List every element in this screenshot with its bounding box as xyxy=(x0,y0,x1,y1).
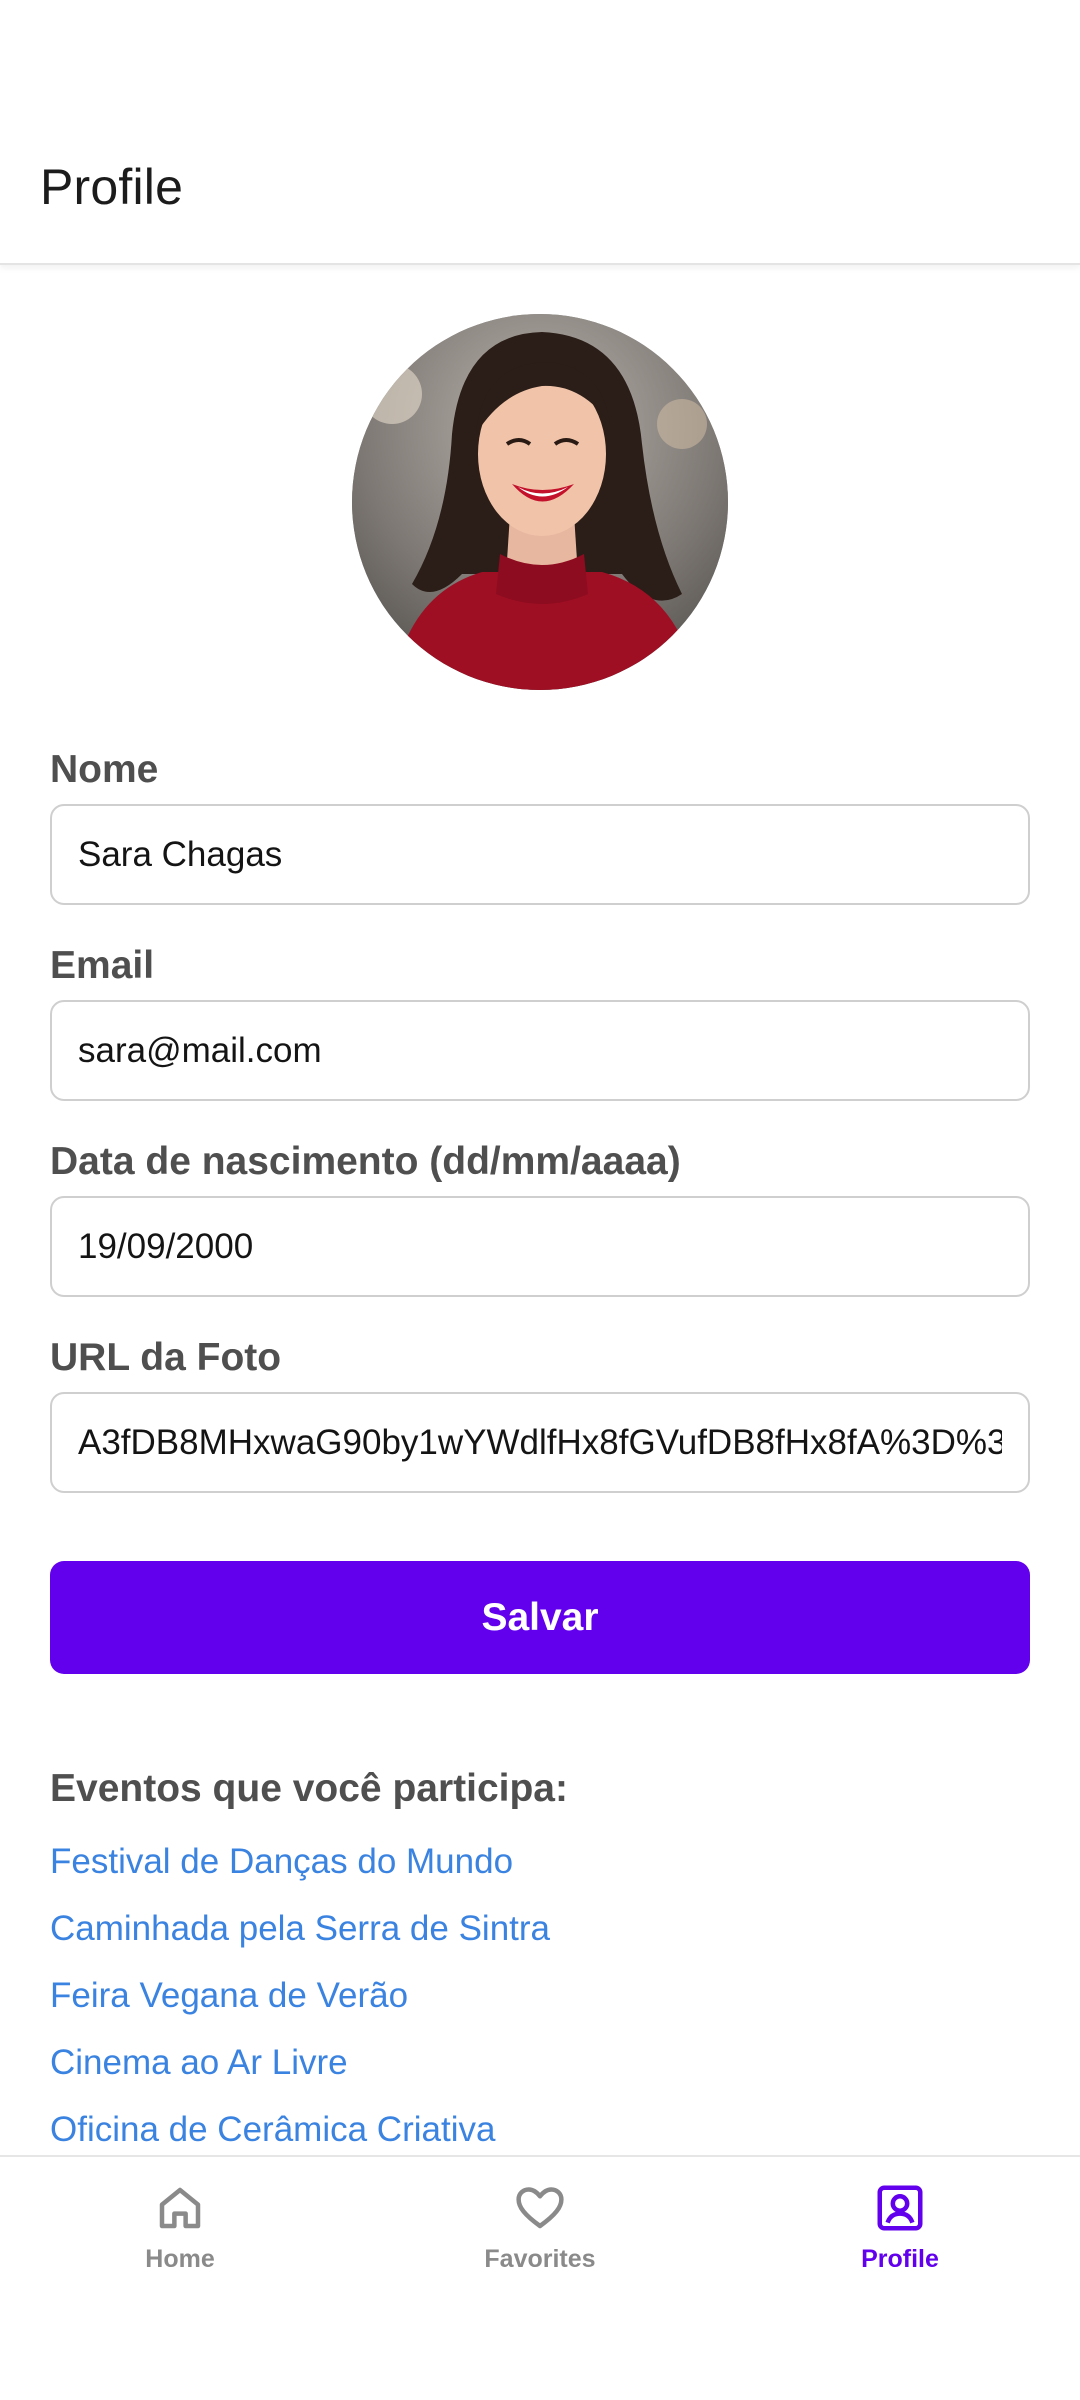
nav-favorites[interactable]: Favorites xyxy=(420,2181,660,2291)
nav-profile-label: Profile xyxy=(861,2245,939,2273)
nav-home[interactable]: Home xyxy=(60,2181,300,2291)
photo-url-field[interactable] xyxy=(50,1392,1030,1493)
events-heading: Eventos que você participa: xyxy=(50,1767,568,1810)
email-label: Email xyxy=(50,944,155,987)
app-header: Profile xyxy=(0,0,1080,265)
nav-favorites-label: Favorites xyxy=(484,2245,596,2273)
photo-url-input[interactable] xyxy=(78,1422,1002,1463)
save-button[interactable]: Salvar xyxy=(50,1561,1030,1674)
heart-icon xyxy=(516,2187,564,2229)
page-title: Profile xyxy=(40,159,184,215)
nav-home-label: Home xyxy=(145,2245,215,2273)
event-link[interactable]: Cinema ao Ar Livre xyxy=(50,2043,348,2083)
birthdate-label: Data de nascimento (dd/mm/aaaa) xyxy=(50,1140,681,1183)
email-field[interactable] xyxy=(50,1000,1030,1101)
photo-url-label: URL da Foto xyxy=(50,1336,282,1379)
event-link[interactable]: Caminhada pela Serra de Sintra xyxy=(50,1909,550,1949)
name-input[interactable] xyxy=(78,834,1002,875)
home-icon xyxy=(159,2187,201,2229)
bottom-navigation: Home Favorites Profile xyxy=(0,2155,1080,2400)
birthdate-field[interactable] xyxy=(50,1196,1030,1297)
event-link[interactable]: Oficina de Cerâmica Criativa xyxy=(50,2110,495,2150)
nav-profile[interactable]: Profile xyxy=(780,2181,1020,2291)
event-link[interactable]: Festival de Danças do Mundo xyxy=(50,1842,513,1882)
name-label: Nome xyxy=(50,748,159,791)
name-field[interactable] xyxy=(50,804,1030,905)
birthdate-input[interactable] xyxy=(78,1226,1002,1267)
event-link[interactable]: Feira Vegana de Verão xyxy=(50,1976,408,2016)
email-input[interactable] xyxy=(78,1030,1002,1071)
profile-icon xyxy=(877,2185,923,2231)
profile-avatar xyxy=(352,314,728,690)
